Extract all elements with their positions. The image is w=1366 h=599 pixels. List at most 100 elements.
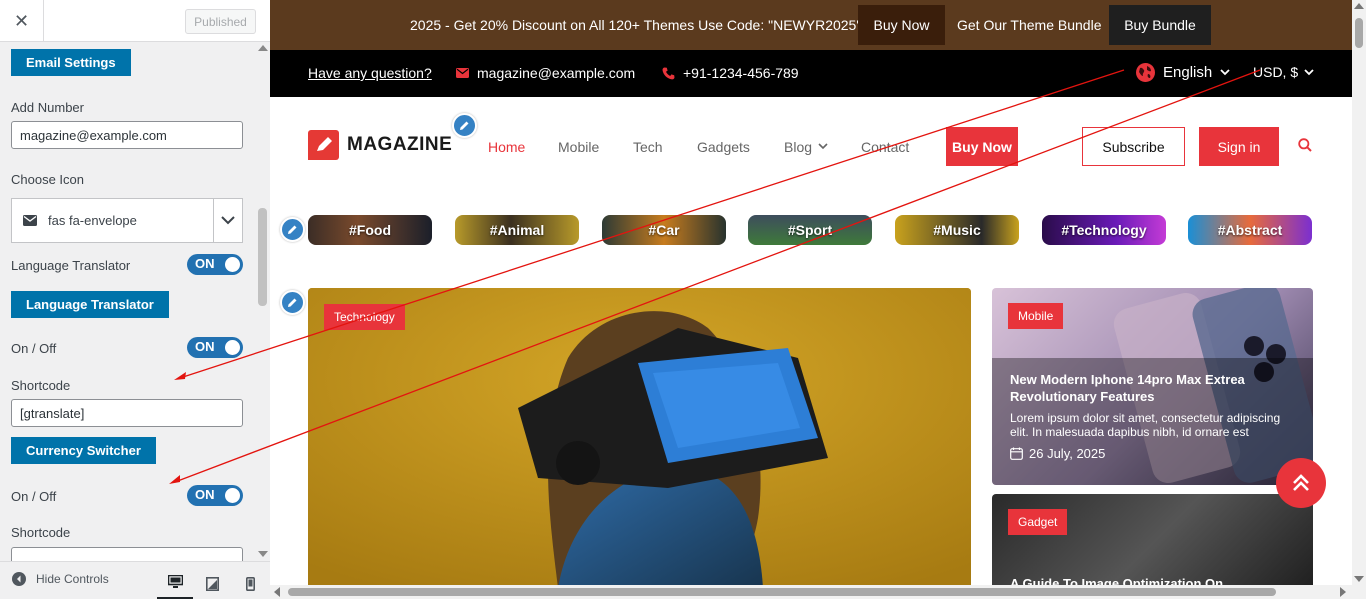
email-contact[interactable]: magazine@example.com: [456, 65, 635, 81]
toggle-on-text: ON: [195, 339, 215, 354]
scrollbar-thumb[interactable]: [288, 588, 1276, 596]
post-card-gadget[interactable]: Gadget A Guide To Image Optimization On: [992, 494, 1313, 585]
promo-buy-now-button[interactable]: Buy Now: [858, 5, 945, 45]
tag-music[interactable]: #Music: [895, 215, 1019, 245]
choose-icon-select[interactable]: fas fa-envelope: [11, 198, 243, 243]
subscribe-button[interactable]: Subscribe: [1082, 127, 1185, 166]
currency-switcher-section-button[interactable]: Currency Switcher: [11, 437, 156, 464]
search-icon[interactable]: [1298, 138, 1312, 157]
scroll-to-top-button[interactable]: [1276, 458, 1326, 508]
hero-category-badge[interactable]: Technology: [324, 304, 405, 330]
hide-controls-button[interactable]: Hide Controls: [12, 572, 109, 586]
language-translator-toggle[interactable]: ON: [187, 254, 243, 275]
bundle-text: Get Our Theme Bundle: [957, 17, 1102, 33]
tag-food[interactable]: #Food: [308, 215, 432, 245]
language-label: English: [1163, 64, 1213, 81]
nav-item-tech[interactable]: Tech: [633, 139, 663, 155]
logo-mark-icon: [308, 130, 339, 160]
globe-icon: [1136, 63, 1155, 82]
mobile-preview-icon[interactable]: [232, 567, 268, 599]
toggle-on-text: ON: [195, 487, 215, 502]
collapse-icon: [12, 572, 26, 586]
site-preview: 2025 - Get 20% Discount on All 120+ Them…: [270, 0, 1352, 585]
double-chevron-up-icon: [1293, 474, 1309, 491]
chevron-down-icon: [1220, 69, 1230, 76]
add-number-input[interactable]: magazine@example.com: [11, 121, 243, 149]
sign-in-button[interactable]: Sign in: [1199, 127, 1279, 166]
nav-item-contact[interactable]: Contact: [861, 139, 909, 155]
hero-post-image[interactable]: Technology: [308, 288, 971, 585]
scroll-down-icon[interactable]: [1354, 576, 1364, 582]
toggle-on-text: ON: [195, 256, 215, 271]
top-info-bar: Have any question? magazine@example.com …: [270, 50, 1352, 97]
tablet-preview-icon[interactable]: [194, 567, 230, 599]
tag-car[interactable]: #Car: [602, 215, 726, 245]
language-shortcode-input[interactable]: [gtranslate]: [11, 399, 243, 427]
card-category-badge[interactable]: Mobile: [1008, 303, 1064, 329]
close-icon[interactable]: ✕: [0, 0, 44, 42]
scroll-up-icon[interactable]: [1354, 3, 1364, 9]
language-shortcode-label: Shortcode: [11, 378, 71, 393]
currency-onoff-label: On / Off: [11, 489, 57, 504]
currency-shortcode-input[interactable]: [11, 547, 243, 561]
currency-onoff-toggle[interactable]: ON: [187, 485, 243, 506]
scrollbar-thumb[interactable]: [1355, 18, 1363, 48]
toggle-knob: [225, 340, 240, 355]
card-title[interactable]: New Modern Iphone 14pro Max Extrea Revol…: [1010, 371, 1290, 405]
email-text: magazine@example.com: [477, 65, 636, 81]
post-card-mobile[interactable]: Mobile New Modern Iphone 14pro Max Extre…: [992, 288, 1313, 485]
currency-switcher[interactable]: USD, $: [1253, 64, 1314, 80]
chevron-down-icon[interactable]: [213, 199, 242, 242]
nav-item-blog[interactable]: Blog: [784, 139, 812, 155]
tag-sport[interactable]: #Sport: [748, 215, 872, 245]
scroll-right-icon[interactable]: [1340, 587, 1346, 597]
phone-contact[interactable]: +91-1234-456-789: [662, 65, 799, 81]
chevron-down-icon: [1304, 68, 1314, 75]
scrollbar-thumb[interactable]: [258, 208, 267, 306]
sidebar-scrollbar[interactable]: [256, 42, 270, 561]
toggle-knob: [225, 488, 240, 503]
preview-horizontal-scrollbar[interactable]: [270, 585, 1366, 599]
chevron-down-icon: [818, 143, 828, 150]
edit-shortcut-icon[interactable]: [280, 217, 305, 242]
tag-abstract[interactable]: #Abstract: [1188, 215, 1312, 245]
email-settings-button[interactable]: Email Settings: [11, 49, 131, 76]
edit-shortcut-icon[interactable]: [280, 290, 305, 315]
phone-icon: [662, 67, 675, 79]
promo-bar: 2025 - Get 20% Discount on All 120+ Them…: [270, 0, 1352, 50]
language-switcher[interactable]: English: [1136, 63, 1230, 82]
sidebar-footer: Hide Controls: [0, 561, 270, 599]
toggle-knob: [225, 257, 240, 272]
nav-item-gadgets[interactable]: Gadgets: [697, 139, 750, 155]
scroll-up-icon[interactable]: [258, 45, 268, 51]
language-translator-toggle-label: Language Translator: [11, 258, 131, 273]
customizer-sidebar: ✕ Published Email Settings Add Number ma…: [0, 0, 270, 599]
hide-controls-label: Hide Controls: [36, 572, 109, 586]
phone-text: +91-1234-456-789: [683, 65, 799, 81]
language-onoff-label: On / Off: [11, 341, 57, 356]
card-date: 26 July, 2025: [1010, 446, 1105, 461]
tag-animal[interactable]: #Animal: [455, 215, 579, 245]
nav-item-home[interactable]: Home: [488, 139, 525, 155]
card-title[interactable]: A Guide To Image Optimization On: [1010, 575, 1290, 585]
scroll-down-icon[interactable]: [258, 551, 268, 557]
question-link[interactable]: Have any question?: [308, 65, 432, 81]
envelope-icon: [456, 68, 469, 78]
choose-icon-value: fas fa-envelope: [48, 213, 137, 228]
scroll-left-icon[interactable]: [274, 587, 280, 597]
published-button[interactable]: Published: [185, 9, 256, 34]
choose-icon-label: Choose Icon: [11, 172, 84, 187]
card-category-badge[interactable]: Gadget: [1008, 509, 1068, 535]
desktop-preview-icon[interactable]: [157, 567, 193, 599]
edit-shortcut-icon[interactable]: [452, 113, 477, 138]
customizer-window: ✕ Published Email Settings Add Number ma…: [0, 0, 1366, 599]
preview-vertical-scrollbar[interactable]: [1352, 0, 1366, 585]
buy-bundle-button[interactable]: Buy Bundle: [1109, 5, 1211, 45]
language-translator-section-button[interactable]: Language Translator: [11, 291, 169, 318]
nav-item-mobile[interactable]: Mobile: [558, 139, 599, 155]
tag-technology[interactable]: #Technology: [1042, 215, 1166, 245]
language-onoff-toggle[interactable]: ON: [187, 337, 243, 358]
site-logo[interactable]: MAGAZINE: [308, 130, 452, 160]
nav-buy-now-button[interactable]: Buy Now: [946, 127, 1018, 166]
add-number-label: Add Number: [11, 100, 84, 115]
